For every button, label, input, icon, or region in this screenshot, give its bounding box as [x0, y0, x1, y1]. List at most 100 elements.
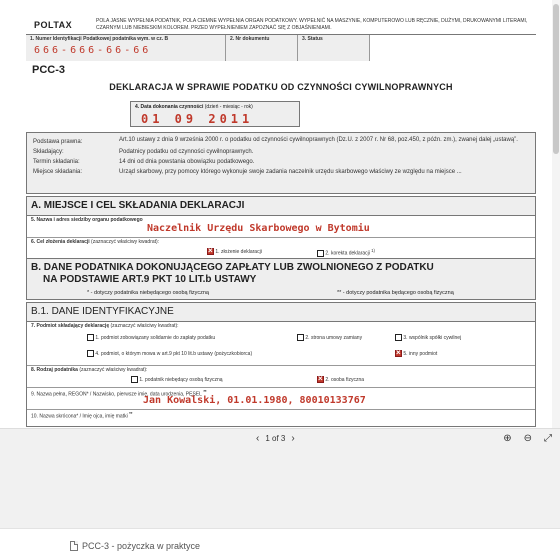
field-7-label: 7. Podmiot składający deklarację [31, 323, 110, 329]
f7-checkbox-4[interactable] [87, 350, 94, 357]
nip-field: 1. Numer Identyfikacji Podatkowej podatn… [26, 35, 226, 61]
f7-option-2[interactable]: 2. strona umowy zamiany [297, 334, 362, 341]
form-title: DEKLARACJA W SPRAWIE PODATKU OD CZYNNOŚC… [109, 82, 453, 92]
f7-checkbox-1[interactable] [87, 334, 94, 341]
f8-checkbox-2-checked[interactable] [317, 374, 324, 383]
field-5: 5. Nazwa i adres siedziby organu podatko… [27, 216, 535, 238]
deadline-value: 14 dni od dnia powstania obowiązku podat… [119, 159, 255, 165]
option-correction-footnote: 1) [371, 248, 375, 253]
file-name[interactable]: PCC-3 - pożyczka w praktyce [82, 541, 200, 551]
document-icon [70, 541, 78, 551]
nip-value: 666-666-66-66 [34, 45, 152, 56]
scrollbar-thumb[interactable] [553, 4, 559, 154]
section-b-heading-1: B. DANE PODATNIKA DOKONUJĄCEGO ZAPŁATY L… [27, 259, 535, 274]
place-key: Miejsce składania: [33, 169, 83, 175]
vertical-scrollbar[interactable] [552, 0, 560, 428]
brand-poltax: POLTAX [34, 20, 73, 30]
pdf-viewer[interactable]: POLTAX POLA JASNE WYPEŁNIA PODATNIK, POL… [0, 0, 560, 428]
date-label: 4. Data dokonania czynności [135, 104, 204, 110]
file-link[interactable]: PCC-3 - pożyczka w praktyce [70, 541, 200, 551]
file-footer: PCC-3 - pożyczka w praktyce [0, 528, 560, 560]
filer-value: Podatnicy podatku od czynności cywilnopr… [119, 149, 254, 155]
option-correction[interactable]: 2. korekta deklaracji 1) [317, 248, 375, 257]
f8-option-2[interactable]: 2. osoba fizyczna [317, 374, 365, 383]
previous-page-button[interactable]: ‹ [256, 433, 259, 444]
checkbox-submit-checked[interactable] [207, 246, 214, 255]
place-value: Urząd skarbowy, przy pomocy którego wyko… [119, 169, 462, 175]
pdf-toolbar: ‹ 1 of 3 › ⊕ ⊖ ⤢ [0, 428, 560, 450]
option-correction-label: 2. korekta deklaracji [325, 250, 370, 257]
identification-row: 1. Numer Identyfikacji Podatkowej podatn… [26, 34, 536, 61]
option-submit-label: 1. złożenie deklaracji [215, 248, 262, 255]
f7-checkbox-3[interactable] [395, 334, 402, 341]
f7-option-4-label: 4. podmiot, o którym mowa w art.9 pkt 10… [95, 350, 253, 357]
f7-option-2-label: 2. strona umowy zamiany [305, 334, 363, 341]
section-b1-heading: B.1. DANE IDENTYFIKACYJNE [27, 303, 535, 322]
field-7-hint: (zaznaczyć właściwy kwadrat): [110, 323, 179, 329]
f8-option-2-label: 2. osoba fizyczna [325, 376, 365, 383]
legal-info-box: Podstawa prawna: Art.10 ustawy z dnia 9 … [26, 132, 536, 194]
section-b-note-2: ** - dotyczy podatnika będącego osobą fi… [337, 290, 454, 296]
nip-label: 1. Numer Identyfikacji Podatkowej podatn… [30, 36, 169, 42]
f7-checkbox-5-checked[interactable] [395, 348, 402, 357]
zoom-out-icon[interactable]: ⊖ [524, 433, 532, 444]
field-8-hint: (zaznaczyć właściwy kwadrat): [79, 367, 148, 373]
f7-option-1[interactable]: 1. podmiot zobowiązany solidarnie do zap… [87, 334, 215, 341]
field-10: 10. Nazwa skrócona* / Imię ojca, imię ma… [27, 410, 535, 426]
status-field: 3. Status [298, 35, 370, 61]
page-navigation: ‹ 1 of 3 › [256, 433, 295, 444]
deadline-key: Termin składania: [33, 159, 80, 165]
field-6-label: 6. Cel złożenia deklaracji [31, 239, 90, 245]
field-5-value: Naczelnik Urzędu Skarbowego w Bytomiu [147, 223, 370, 234]
zoom-in-icon[interactable]: ⊕ [503, 433, 511, 444]
date-field: 4. Data dokonania czynności (dzień - mie… [130, 101, 300, 127]
date-value: 01 09 2011 [141, 112, 254, 126]
field-8: 8. Rodzaj podatnika (zaznaczyć właściwy … [27, 366, 535, 388]
f7-option-3-label: 3. wspólnik spółki cywilnej [403, 334, 462, 341]
filer-key: Składający: [33, 149, 64, 155]
section-b: B. DANE PODATNIKA DOKONUJĄCEGO ZAPŁATY L… [26, 258, 536, 300]
f8-checkbox-1[interactable] [131, 376, 138, 383]
legal-row-place: Miejsce składania: Urząd skarbowy, przy … [33, 167, 529, 177]
field-9: 9. Nazwa pełna, REGON* / Nazwisko, pierw… [27, 388, 535, 410]
field-7: 7. Podmiot składający deklarację (zaznac… [27, 322, 535, 366]
field-8-label: 8. Rodzaj podatnika [31, 367, 78, 373]
status-label: 3. Status [302, 36, 323, 42]
next-page-button[interactable]: › [291, 433, 294, 444]
legal-row-deadline: Termin składania: 14 dni od dnia powstan… [33, 157, 529, 167]
field-9-value: Jan Kowalski, 01.01.1980, 80010133767 [143, 395, 366, 406]
legal-row-filer: Składający: Podatnicy podatku od czynnoś… [33, 147, 529, 157]
f7-option-1-label: 1. podmiot zobowiązany solidarnie do zap… [95, 334, 216, 341]
option-submit[interactable]: 1. złożenie deklaracji [207, 246, 262, 255]
f8-option-1[interactable]: 1. podatnik niebędący osobą fizyczną [131, 376, 223, 383]
pcc3-form: POLTAX POLA JASNE WYPEŁNIA PODATNIK, POL… [26, 0, 536, 428]
f7-option-3[interactable]: 3. wspólnik spółki cywilnej [395, 334, 461, 341]
field-9-footnote: ** [203, 389, 207, 394]
date-hint: (dzień - miesiąc - rok) [204, 104, 253, 110]
checkbox-correction[interactable] [317, 249, 324, 257]
zoom-tools: ⊕ ⊖ ⤢ [503, 433, 552, 444]
fullscreen-icon[interactable]: ⤢ [544, 433, 552, 444]
document-number-field: 2. Nr dokumentu [226, 35, 298, 61]
legal-basis-key: Podstawa prawna: [33, 139, 83, 145]
f7-option-5-label: 5. inny podmiot [403, 350, 438, 357]
viewer-background [0, 450, 560, 528]
f7-checkbox-2[interactable] [297, 334, 304, 341]
legal-basis-value: Art.10 ustawy z dnia 9 września 2000 r. … [119, 137, 518, 143]
form-code: PCC-3 [32, 64, 66, 76]
field-10-label: 10. Nazwa skrócona* / Imię ojca, imię ma… [31, 413, 128, 420]
instruction-note: POLA JASNE WYPEŁNIA PODATNIK, POLA CIEMN… [96, 18, 528, 31]
field-6: 6. Cel złożenia deklaracji (zaznaczyć wł… [27, 238, 535, 260]
page-indicator: 1 of 3 [265, 434, 286, 443]
f7-option-5[interactable]: 5. inny podmiot [395, 348, 438, 357]
field-10-footnote: ** [129, 411, 133, 416]
f8-option-1-label: 1. podatnik niebędący osobą fizyczną [139, 376, 223, 383]
section-b-note-1: * - dotyczy podatnika niebędącego osobą … [87, 290, 209, 296]
section-b-heading-2: NA PODSTAWIE ART.9 PKT 10 LIT.b USTAWY [27, 274, 535, 289]
legal-row-basis: Podstawa prawna: Art.10 ustawy z dnia 9 … [33, 137, 529, 147]
f7-option-4[interactable]: 4. podmiot, o którym mowa w art.9 pkt 10… [87, 350, 252, 357]
section-a-heading: A. MIEJSCE I CEL SKŁADANIA DEKLARACJI [27, 197, 535, 216]
document-number-label: 2. Nr dokumentu [230, 36, 270, 42]
section-a: A. MIEJSCE I CEL SKŁADANIA DEKLARACJI 5.… [26, 196, 536, 261]
section-b1: B.1. DANE IDENTYFIKACYJNE 7. Podmiot skł… [26, 302, 536, 427]
